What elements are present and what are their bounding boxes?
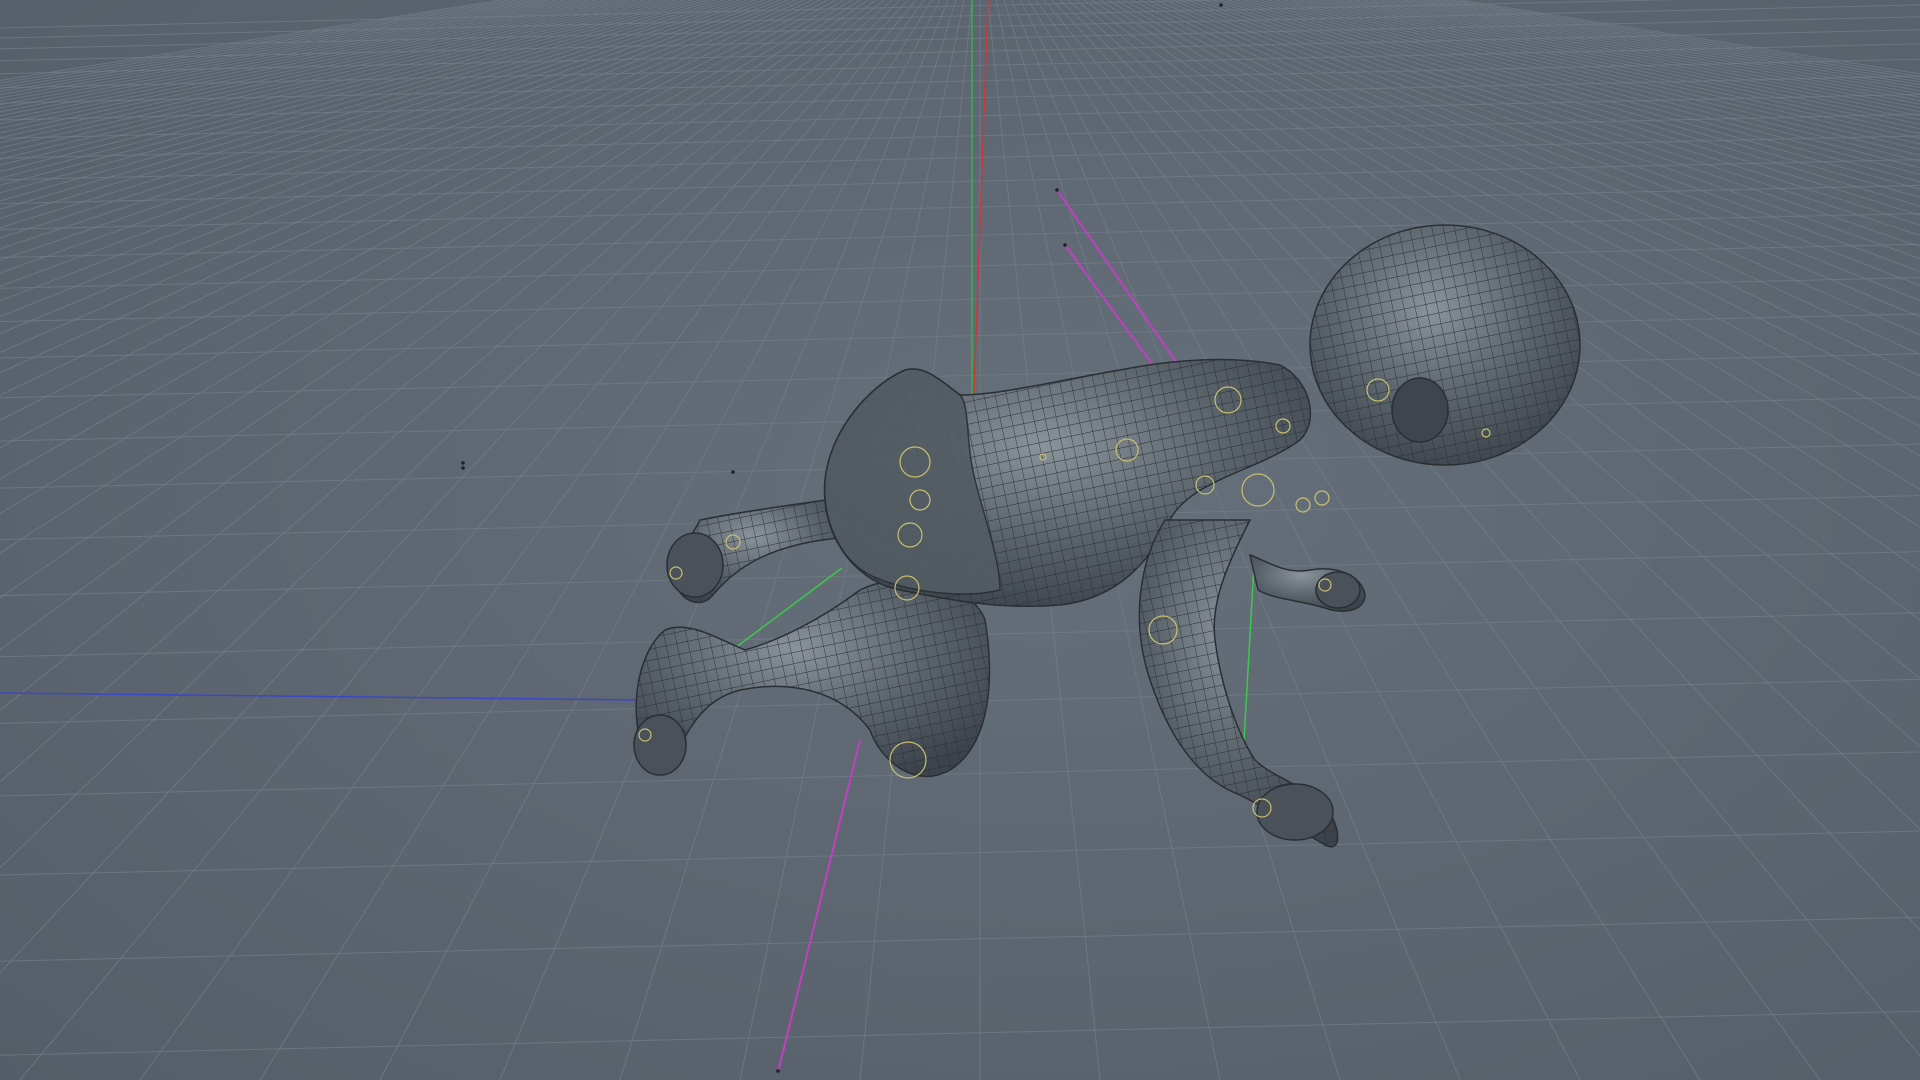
grid-line bbox=[1403, 0, 1920, 95]
grid-line bbox=[0, 916, 1920, 962]
grid-line bbox=[0, 0, 509, 84]
locator-point[interactable] bbox=[1219, 3, 1223, 7]
grid-line bbox=[0, 0, 533, 93]
crawling-baby-mesh[interactable] bbox=[633, 224, 1581, 848]
grid-line bbox=[0, 184, 1920, 230]
grid-line bbox=[0, 0, 661, 160]
grid-line bbox=[0, 0, 725, 219]
grid-line bbox=[1387, 0, 1920, 102]
grid-line bbox=[0, 0, 765, 274]
grid-line bbox=[0, 277, 1920, 323]
grid-line bbox=[0, 0, 637, 144]
grid-line bbox=[0, 4, 1920, 50]
mesh-foot[interactable] bbox=[666, 532, 724, 598]
grid-line bbox=[0, 0, 781, 302]
viewport-canvas[interactable] bbox=[0, 0, 1920, 1080]
grid-line bbox=[0, 0, 693, 186]
grid-line bbox=[0, 0, 613, 129]
mesh-foot[interactable] bbox=[633, 714, 687, 776]
grid-line bbox=[1395, 0, 1920, 98]
grid-line bbox=[0, 0, 709, 202]
locator-point[interactable] bbox=[776, 1069, 780, 1073]
grid-line bbox=[0, 313, 1920, 359]
grid-line bbox=[1371, 0, 1920, 109]
grid-line bbox=[0, 0, 789, 318]
mesh-hand[interactable] bbox=[1256, 783, 1334, 841]
grid-line bbox=[0, 93, 1920, 139]
grid-line bbox=[0, 0, 549, 99]
locator-point[interactable] bbox=[461, 461, 465, 465]
grid-line bbox=[0, 1010, 1920, 1056]
locator-point[interactable] bbox=[1063, 243, 1067, 247]
locator-point[interactable] bbox=[461, 466, 465, 470]
mesh-ear[interactable] bbox=[1391, 377, 1449, 443]
locator-point[interactable] bbox=[731, 470, 735, 474]
pole-vector-line bbox=[1243, 564, 1255, 741]
grid-line bbox=[0, 0, 597, 121]
grid-line bbox=[0, 0, 685, 179]
grid-line bbox=[0, 353, 1920, 399]
grid-line bbox=[0, 0, 653, 154]
grid-line bbox=[0, 159, 1920, 205]
grid-line bbox=[0, 0, 677, 173]
grid-line bbox=[0, 113, 1920, 159]
joint-control[interactable] bbox=[1241, 473, 1275, 507]
ik-handle-line bbox=[777, 739, 861, 1073]
3d-viewport[interactable] bbox=[0, 0, 1920, 1080]
mesh-wireframe bbox=[636, 580, 990, 777]
grid-line bbox=[0, 0, 733, 229]
grid-line bbox=[1411, 0, 1920, 92]
locator-point[interactable] bbox=[1055, 188, 1059, 192]
grid-line bbox=[0, 0, 645, 149]
grid-line bbox=[1419, 0, 1920, 89]
grid-line bbox=[0, 135, 1920, 181]
grid-line bbox=[0, 0, 701, 194]
joint-control[interactable] bbox=[1314, 490, 1330, 506]
z-axis-line bbox=[0, 692, 641, 701]
mesh-wireframe bbox=[1310, 225, 1580, 465]
grid-line bbox=[0, 830, 1920, 876]
grid-line bbox=[1459, 0, 1920, 75]
grid-line bbox=[0, 0, 501, 81]
grid-line bbox=[0, 0, 605, 125]
